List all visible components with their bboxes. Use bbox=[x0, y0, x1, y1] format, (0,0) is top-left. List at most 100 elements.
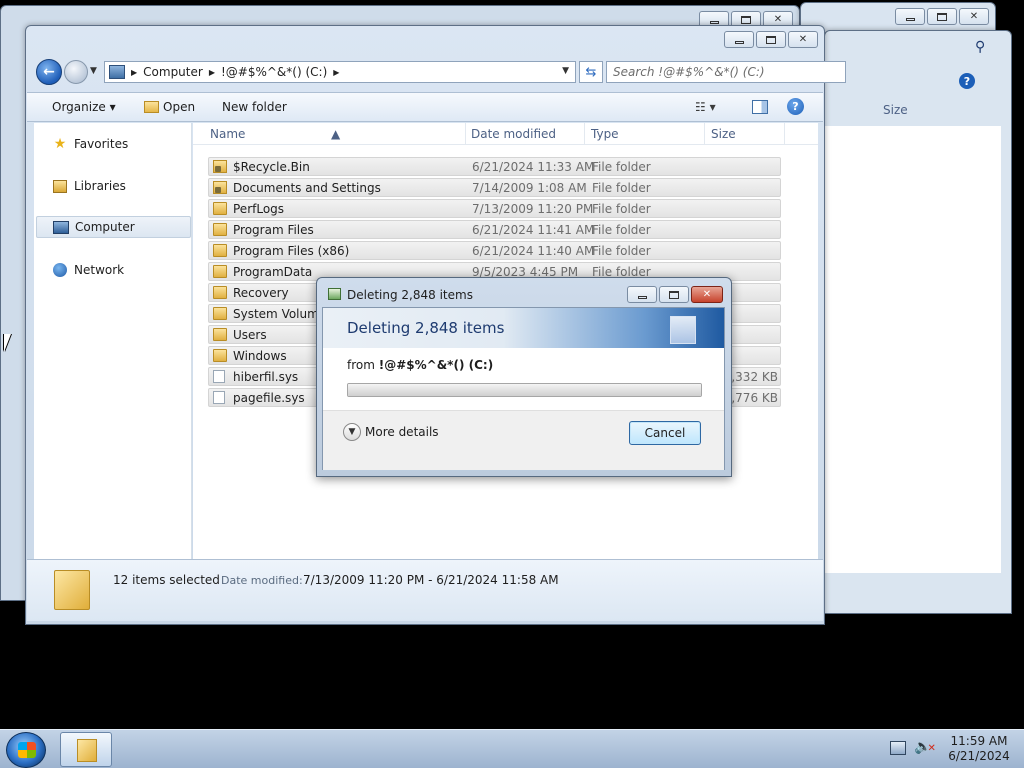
file-row[interactable]: Program Files 6/21/2024 11:41 AM File fold… bbox=[208, 220, 781, 239]
nav-item-libraries[interactable]: Libraries bbox=[36, 175, 191, 197]
breadcrumb-drive[interactable]: !@#$%^&*() (C:) bbox=[221, 65, 327, 79]
folder-icon bbox=[213, 286, 227, 299]
nav-label: Computer bbox=[75, 220, 135, 234]
start-button[interactable] bbox=[6, 732, 46, 768]
progress-bar bbox=[347, 383, 702, 397]
file-row[interactable]: Program Files (x86) 6/21/2024 11:40 AM Fil… bbox=[208, 241, 781, 260]
system-file-icon bbox=[213, 391, 225, 404]
nav-label: Libraries bbox=[74, 179, 126, 193]
nav-item-favorites[interactable]: ★ Favorites bbox=[36, 133, 191, 155]
star-icon: ★ bbox=[53, 136, 67, 152]
size-column-header[interactable]: Size bbox=[883, 103, 908, 117]
file-date: 7/13/2009 11:20 PM bbox=[472, 202, 594, 216]
file-row[interactable]: $Recycle.Bin 6/21/2024 11:33 AM File folde… bbox=[208, 157, 781, 176]
change-view-button[interactable]: ☷ ▾ bbox=[695, 100, 716, 114]
nav-item-network[interactable]: Network bbox=[36, 259, 191, 281]
file-name: PerfLogs bbox=[233, 202, 285, 216]
new-folder-button[interactable]: New folder bbox=[222, 100, 287, 114]
file-name: ProgramData bbox=[233, 265, 313, 279]
nav-item-computer[interactable]: Computer bbox=[36, 216, 191, 238]
file-row[interactable]: Documents and Settings 7/14/2009 1:08 AM F… bbox=[208, 178, 781, 197]
folder-icon bbox=[213, 328, 227, 341]
open-label: Open bbox=[163, 100, 196, 114]
column-headers: ▲ Name Date modified Type Size bbox=[193, 123, 818, 145]
system-file-icon bbox=[213, 370, 225, 383]
search-input[interactable]: Search !@#$%^&*() (C:) bbox=[606, 61, 846, 83]
taskbar: 🔈✕ 11:59 AM 6/21/2024 bbox=[0, 729, 1024, 768]
forward-button[interactable] bbox=[64, 60, 88, 84]
search-icon[interactable]: ⚲ bbox=[975, 39, 985, 55]
address-bar[interactable]: ▶ Computer ▶ !@#$%^&*() (C:) ▶ ▼ bbox=[104, 61, 576, 83]
open-button[interactable]: Open bbox=[144, 100, 195, 114]
folder-icon bbox=[213, 265, 227, 278]
help-icon[interactable]: ? bbox=[959, 73, 975, 89]
taskbar-explorer-button[interactable] bbox=[60, 732, 112, 767]
folder-icon bbox=[54, 570, 90, 610]
cancel-button[interactable]: Cancel bbox=[629, 421, 701, 445]
folder-icon bbox=[213, 307, 227, 320]
file-type: File folder bbox=[592, 160, 651, 174]
maximize-button[interactable] bbox=[659, 286, 689, 303]
from-drive: !@#$%^&*() (C:) bbox=[378, 358, 494, 372]
help-icon[interactable]: ? bbox=[787, 98, 804, 115]
close-button[interactable]: ✕ bbox=[691, 286, 723, 303]
from-location: from !@#$%^&*() (C:) bbox=[347, 358, 493, 372]
breadcrumb-computer[interactable]: Computer bbox=[143, 65, 203, 79]
recent-pages-dropdown-icon[interactable]: ▼ bbox=[90, 66, 97, 76]
file-row[interactable]: PerfLogs 7/13/2009 11:20 PM File folder bbox=[208, 199, 781, 218]
back-button[interactable]: ← bbox=[36, 59, 62, 85]
background-window-right-front: ⚲ ? Size bbox=[824, 30, 1012, 614]
preview-pane-icon[interactable] bbox=[752, 100, 768, 114]
address-dropdown-icon[interactable]: ▼ bbox=[562, 66, 569, 76]
file-name: hiberfil.sys bbox=[233, 370, 299, 384]
file-name: Documents and Settings bbox=[233, 181, 381, 195]
computer-icon bbox=[53, 219, 69, 235]
file-type: File folder bbox=[592, 244, 651, 258]
details-pane: 12 items selected Date modified: 7/13/20… bbox=[27, 559, 823, 621]
mouse-cursor-icon bbox=[4, 334, 11, 352]
volume-muted-icon[interactable]: 🔈✕ bbox=[914, 739, 936, 755]
dialog-heading: Deleting 2,848 items bbox=[347, 319, 505, 337]
date-modified-label: Date modified: bbox=[221, 574, 303, 587]
computer-icon bbox=[109, 65, 125, 79]
tray-clock[interactable]: 11:59 AM 6/21/2024 bbox=[944, 734, 1014, 764]
folder-icon bbox=[213, 202, 227, 215]
progress-fill bbox=[348, 384, 701, 396]
file-name: System Volume bbox=[233, 307, 327, 321]
libraries-icon bbox=[52, 178, 68, 194]
close-button[interactable]: ✕ bbox=[959, 8, 989, 25]
column-header-date[interactable]: Date modified bbox=[471, 127, 556, 141]
minimize-button[interactable] bbox=[724, 31, 754, 48]
breadcrumb-separator-icon[interactable]: ▶ bbox=[333, 68, 339, 77]
clock-time: 11:59 AM bbox=[950, 734, 1008, 748]
breadcrumb-separator-icon[interactable]: ▶ bbox=[209, 68, 215, 77]
column-header-name[interactable]: Name bbox=[210, 127, 245, 141]
command-bar: Organize ▾ Open New folder ☷ ▾ ? bbox=[27, 92, 823, 122]
maximize-button[interactable] bbox=[756, 31, 786, 48]
maximize-button[interactable] bbox=[927, 8, 957, 25]
minimize-button[interactable] bbox=[627, 286, 657, 303]
network-tray-icon[interactable] bbox=[890, 741, 906, 755]
refresh-button[interactable]: ⇆ bbox=[579, 61, 603, 83]
organize-button[interactable]: Organize ▾ bbox=[52, 100, 116, 114]
column-divider[interactable] bbox=[465, 123, 466, 145]
file-date: 6/21/2024 11:41 AM bbox=[472, 223, 595, 237]
column-divider[interactable] bbox=[704, 123, 705, 145]
minimize-button[interactable] bbox=[895, 8, 925, 25]
sort-ascending-icon: ▲ bbox=[331, 127, 341, 141]
breadcrumb-separator-icon[interactable]: ▶ bbox=[131, 68, 137, 77]
column-divider[interactable] bbox=[784, 123, 785, 145]
nav-label: Network bbox=[74, 263, 125, 277]
recycle-bin-animation-icon bbox=[670, 316, 696, 344]
selection-count: 12 items selected bbox=[113, 573, 220, 587]
column-header-type[interactable]: Type bbox=[591, 127, 619, 141]
file-date: 6/21/2024 11:40 AM bbox=[472, 244, 595, 258]
open-folder-icon bbox=[144, 101, 159, 113]
close-button[interactable]: ✕ bbox=[788, 31, 818, 48]
from-prefix: from bbox=[347, 358, 375, 372]
column-header-size[interactable]: Size bbox=[711, 127, 736, 141]
navigation-pane: ★ Favorites Libraries Computer Network bbox=[34, 123, 192, 559]
more-details-toggle[interactable]: ▼ More details bbox=[343, 423, 439, 441]
column-divider[interactable] bbox=[584, 123, 585, 145]
windows-logo-icon bbox=[18, 742, 36, 758]
